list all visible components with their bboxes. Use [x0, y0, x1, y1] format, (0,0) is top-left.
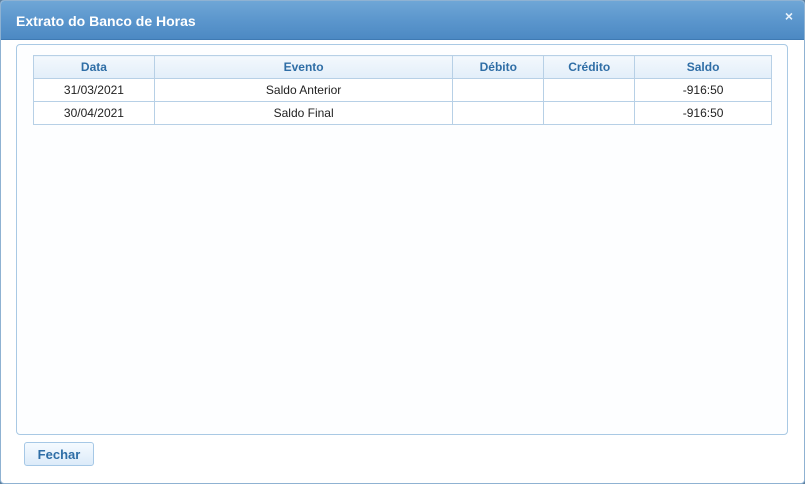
cell-data: 30/04/2021: [33, 101, 155, 125]
cell-saldo: -916:50: [634, 78, 772, 102]
column-header-credito[interactable]: Crédito: [543, 55, 636, 79]
fechar-button[interactable]: Fechar: [24, 442, 94, 466]
cell-credito: [543, 78, 636, 102]
column-header-data[interactable]: Data: [33, 55, 155, 79]
content-panel: Data Evento Débito Crédito Saldo 31/03/2…: [16, 44, 788, 435]
cell-evento: Saldo Anterior: [153, 78, 454, 102]
table-row[interactable]: 31/03/2021 Saldo Anterior -916:50: [33, 78, 772, 102]
table-header-row: Data Evento Débito Crédito Saldo: [33, 55, 772, 79]
cell-debito: [452, 78, 545, 102]
close-icon[interactable]: ×: [782, 9, 796, 23]
cell-data: 31/03/2021: [33, 78, 155, 102]
dialog-titlebar[interactable]: Extrato do Banco de Horas ×: [1, 1, 804, 40]
column-header-debito[interactable]: Débito: [452, 55, 545, 79]
statement-table: Data Evento Débito Crédito Saldo 31/03/2…: [33, 55, 772, 125]
cell-saldo: -916:50: [634, 101, 772, 125]
column-header-saldo[interactable]: Saldo: [634, 55, 772, 79]
column-header-evento[interactable]: Evento: [153, 55, 454, 79]
cell-evento: Saldo Final: [153, 101, 454, 125]
cell-credito: [543, 101, 636, 125]
bank-hours-statement-dialog: Extrato do Banco de Horas × Data Evento …: [0, 0, 805, 484]
cell-debito: [452, 101, 545, 125]
dialog-title: Extrato do Banco de Horas: [16, 13, 196, 29]
table-row[interactable]: 30/04/2021 Saldo Final -916:50: [33, 101, 772, 125]
